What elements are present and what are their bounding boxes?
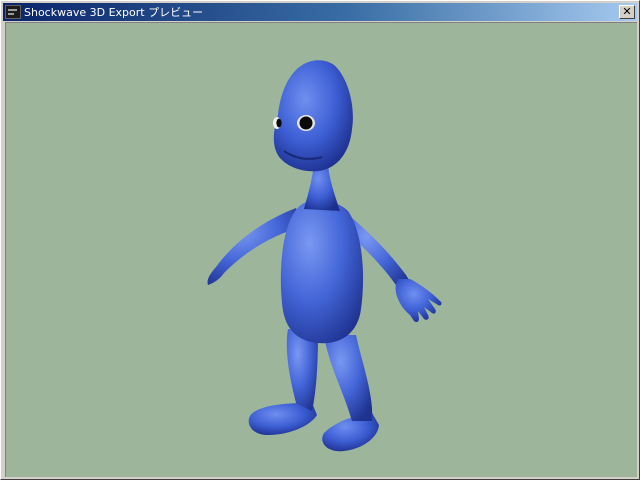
alien-right-eye-pupil	[299, 116, 313, 130]
alien-left-eye-pupil	[276, 118, 282, 128]
preview-window: Shockwave 3D Export プレビュー ✕	[0, 0, 640, 480]
window-title: Shockwave 3D Export プレビュー	[24, 6, 204, 19]
close-icon: ✕	[622, 5, 632, 18]
alien-torso	[280, 200, 364, 344]
close-button[interactable]: ✕	[619, 5, 635, 19]
alien-head	[273, 60, 353, 172]
alien-right-leg	[324, 335, 373, 421]
alien-model-render[interactable]	[6, 23, 637, 477]
alien-right-hand	[395, 279, 442, 323]
title-bar[interactable]: Shockwave 3D Export プレビュー ✕	[3, 3, 637, 21]
app-icon[interactable]	[5, 5, 21, 19]
3d-preview-viewport[interactable]	[5, 22, 637, 477]
